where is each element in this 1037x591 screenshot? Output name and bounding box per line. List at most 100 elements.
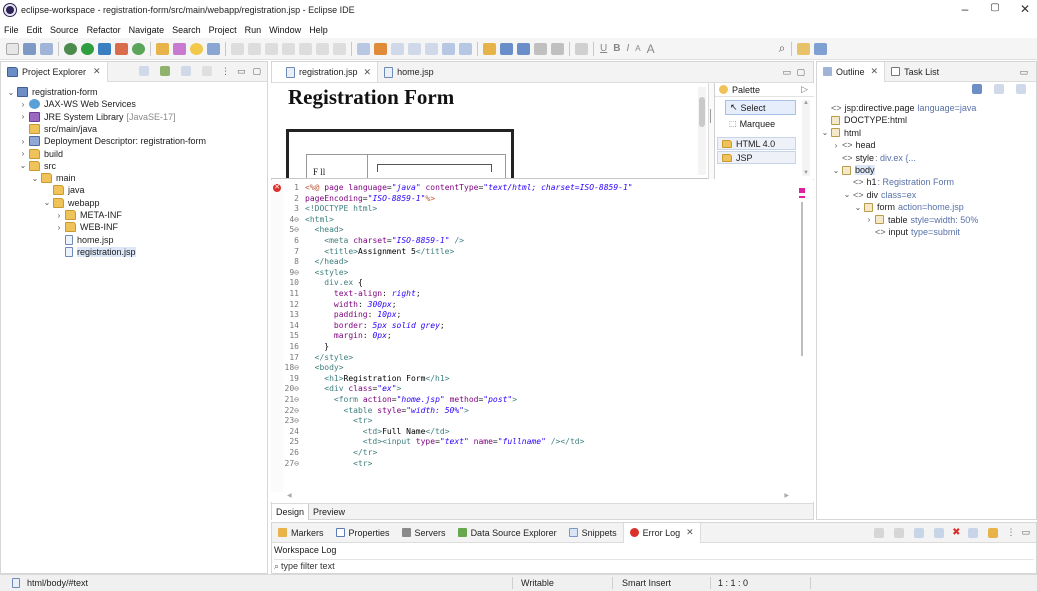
menu-source[interactable]: Source xyxy=(50,25,79,35)
design-view-icon[interactable] xyxy=(517,42,530,55)
pen-icon[interactable] xyxy=(173,42,186,55)
tree-item[interactable]: java xyxy=(43,184,85,196)
error-marker-icon[interactable]: ✕ xyxy=(273,184,281,192)
maximize-view-icon[interactable]: ▢ xyxy=(252,66,261,77)
collapse-all-icon[interactable] xyxy=(138,66,149,76)
chevron-right-icon[interactable]: › xyxy=(19,112,27,121)
palette-scrollbar[interactable]: ▲ ▼ xyxy=(802,100,810,176)
import-log-icon[interactable] xyxy=(894,527,905,538)
tab-markers[interactable]: Markers xyxy=(272,523,330,543)
outline-item[interactable]: ⌄ <> div class=ex xyxy=(843,189,917,201)
code-line[interactable]: 9⊖ <style> xyxy=(283,268,348,277)
code-line[interactable]: 12 width: 300px; xyxy=(283,300,396,309)
outline-item[interactable]: <> style: div.ex {... xyxy=(832,152,916,164)
stop-icon[interactable] xyxy=(282,42,295,55)
code-line[interactable]: 2 pageEncoding="ISO-8859-1"%> xyxy=(283,194,435,203)
chevron-down-icon[interactable]: ⌄ xyxy=(43,198,51,207)
mark-occurrences-icon[interactable] xyxy=(231,42,244,55)
design-div-box[interactable]: F ll xyxy=(286,129,514,178)
code-line[interactable]: 6 <meta charset="ISO-8859-1" /> xyxy=(283,236,464,245)
view-menu-icon[interactable]: ⋮ xyxy=(221,66,230,77)
palette-drawer-jsp[interactable]: JSP xyxy=(717,151,796,164)
tree-item[interactable]: › WEB-INF xyxy=(55,221,118,233)
minimize-view-icon[interactable]: ▭ xyxy=(1019,67,1028,78)
terminal-icon[interactable] xyxy=(207,42,220,55)
code-line[interactable]: 23⊖ <tr> xyxy=(283,416,373,425)
code-line[interactable]: 19 <h1>Registration Form</h1> xyxy=(283,374,449,383)
preview-view-icon[interactable] xyxy=(551,42,564,55)
palette-marquee-tool[interactable]: ⬚ Marquee xyxy=(725,117,796,130)
focus-icon[interactable] xyxy=(201,66,212,76)
filter-input[interactable]: type filter text xyxy=(281,561,335,571)
menu-project[interactable]: Project xyxy=(209,25,237,35)
search-icon[interactable] xyxy=(190,42,203,55)
code-line[interactable]: 24 <td>Full Name</td> xyxy=(283,427,449,436)
code-line[interactable]: 4⊖ <html> xyxy=(283,215,334,224)
chevron-down-icon[interactable]: ⌄ xyxy=(832,166,840,175)
outline-item[interactable]: ⌄ form action=home.jsp xyxy=(854,201,964,213)
code-line[interactable]: 5⊖ <head> xyxy=(283,226,343,235)
tree-item[interactable]: ⌄ main xyxy=(31,172,76,184)
code-line[interactable]: 7 <title>Assignment 5</title> xyxy=(283,247,454,256)
source-pane[interactable]: ✕ 1 <%@ page language="java" contentType=… xyxy=(271,180,814,502)
maximize-button[interactable]: ▢ xyxy=(985,2,1005,13)
bold-icon[interactable]: B xyxy=(613,43,620,54)
code-line[interactable]: 26 </tr> xyxy=(283,448,377,457)
font-icon[interactable] xyxy=(575,42,588,55)
palette-drawer-html[interactable]: HTML 4.0 xyxy=(717,137,796,150)
tab-error-log[interactable]: Error Log ✕ xyxy=(622,522,701,543)
delete-log-icon[interactable]: ✖ xyxy=(952,527,960,538)
chevron-down-icon[interactable]: ⌄ xyxy=(19,161,27,170)
open-perspective-icon[interactable] xyxy=(797,42,811,55)
outline-item[interactable]: › <> head xyxy=(832,139,876,151)
minimize-view-icon[interactable]: ▭ xyxy=(237,66,246,77)
play-icon[interactable] xyxy=(248,42,261,55)
new-class-icon[interactable] xyxy=(132,42,145,55)
outline-item[interactable]: <> jsp:directive.page language=java xyxy=(821,102,976,114)
tab-project-explorer[interactable]: Project Explorer ✕ xyxy=(1,61,108,82)
font-larger-icon[interactable]: A xyxy=(647,42,655,56)
open-log-icon[interactable] xyxy=(934,527,945,538)
design-table[interactable]: F ll xyxy=(306,154,506,178)
annotation-icon[interactable] xyxy=(374,42,387,55)
code-line[interactable]: 20⊖ <div class="ex"> xyxy=(283,385,402,394)
prev-annotation-icon[interactable] xyxy=(408,42,421,55)
tree-item[interactable]: ⌄ registration-form xyxy=(7,86,98,98)
export-log-icon[interactable] xyxy=(874,527,885,538)
code-line[interactable]: 18⊖ <body> xyxy=(283,363,344,372)
tab-registration-jsp[interactable]: registration.jsp ✕ xyxy=(272,62,379,82)
link-with-editor-icon[interactable] xyxy=(159,66,170,76)
close-tab-icon[interactable]: ✕ xyxy=(686,527,694,538)
new-package-icon[interactable] xyxy=(115,42,128,55)
save-all-icon[interactable] xyxy=(40,42,53,55)
code-line[interactable]: 22⊖ <table style="width: 50%"> xyxy=(283,406,469,415)
code-line[interactable]: 1 <%@ page language="java" contentType="t… xyxy=(283,183,632,192)
pause-icon[interactable] xyxy=(265,42,278,55)
tree-item[interactable]: › META-INF xyxy=(55,209,122,221)
tree-item[interactable]: › JAX-WS Web Services xyxy=(19,98,136,110)
close-tab-icon[interactable]: ✕ xyxy=(364,67,372,78)
link-icon[interactable] xyxy=(994,84,1004,94)
error-overview-marker[interactable] xyxy=(799,188,805,193)
sort-icon[interactable] xyxy=(972,84,982,94)
chevron-down-icon[interactable]: ⌄ xyxy=(7,88,15,97)
code-line[interactable]: 14 border: 5px solid grey; xyxy=(283,321,444,330)
new-icon[interactable] xyxy=(6,42,19,55)
code-line[interactable]: 16 } xyxy=(283,342,329,351)
menu-file[interactable]: File xyxy=(4,25,19,35)
tab-task-list[interactable]: Task List xyxy=(885,62,945,82)
filter-icon[interactable] xyxy=(180,66,191,76)
step-into-icon[interactable] xyxy=(299,42,312,55)
source-view-icon[interactable] xyxy=(534,42,547,55)
code-line[interactable]: 8 </head> xyxy=(283,257,348,266)
chevron-down-icon[interactable]: ⌄ xyxy=(821,128,829,137)
tree-item[interactable]: › build xyxy=(19,148,63,160)
minimize-view-icon[interactable]: ▭ xyxy=(1021,527,1030,538)
design-input[interactable] xyxy=(377,164,492,172)
tab-snippets[interactable]: Snippets xyxy=(563,523,623,543)
chevron-right-icon[interactable]: › xyxy=(19,149,27,158)
code-line[interactable]: 15 margin: 0px; xyxy=(283,332,391,341)
maximize-view-icon[interactable]: ▢ xyxy=(796,67,805,78)
design-scrollbar[interactable] xyxy=(698,87,706,175)
tab-home-jsp[interactable]: home.jsp xyxy=(378,62,440,82)
